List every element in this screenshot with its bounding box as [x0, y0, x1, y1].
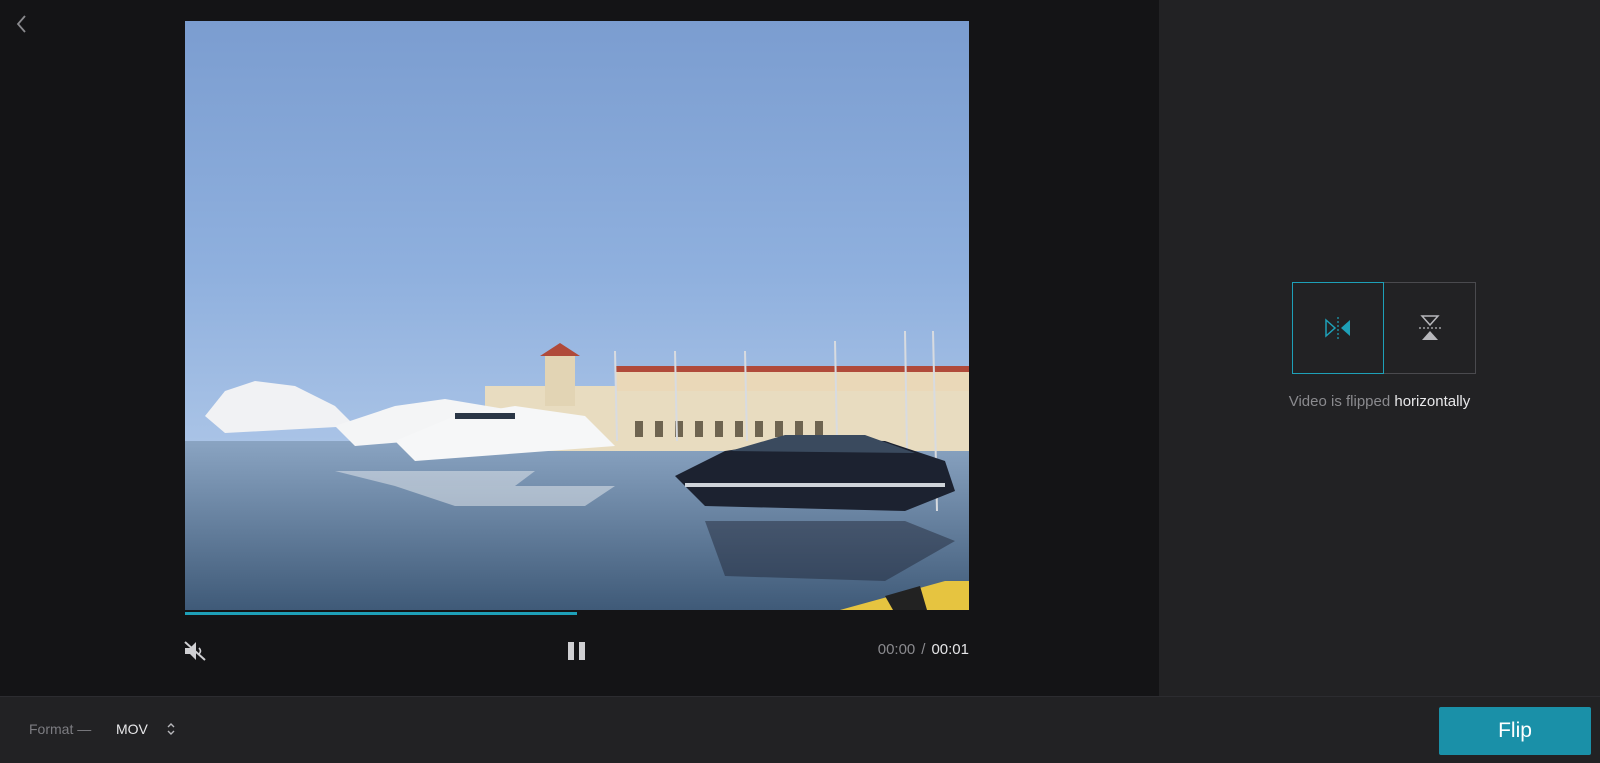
bottom-bar: Format — MOV Flip [0, 696, 1600, 763]
format-label: Format — [29, 721, 92, 737]
flip-horizontal-button[interactable] [1292, 282, 1384, 374]
sort-arrows-icon [167, 723, 175, 735]
time-separator: / [921, 641, 926, 658]
progress-fill [185, 612, 577, 615]
pause-icon[interactable] [565, 639, 589, 663]
flip-direction-group [1292, 282, 1476, 374]
format-select[interactable]: MOV [116, 717, 176, 741]
format-value: MOV [116, 721, 148, 737]
video-preview [185, 21, 969, 610]
flip-status: Video is flipped horizontally [1159, 393, 1600, 410]
progress-bar[interactable] [185, 612, 969, 615]
video-frame-image [185, 21, 969, 610]
app: 00:00/00:01 Video is flipped horizontall… [0, 0, 1600, 763]
time-display: 00:00 / 00:01 [878, 641, 969, 658]
flip-horizontal-icon [1325, 317, 1350, 339]
editor-area: 00:00 / 00:01 [0, 0, 1159, 696]
flip-status-value: horizontally [1394, 393, 1471, 410]
current-time: 00:00 [877, 641, 916, 658]
flip-options-panel: Video is flipped horizontally [1159, 0, 1600, 696]
mute-icon[interactable] [182, 639, 208, 663]
back-arrow-icon[interactable] [10, 12, 34, 36]
flip-vertical-button[interactable] [1384, 282, 1476, 374]
flip-vertical-icon [1418, 315, 1441, 340]
flip-button[interactable]: Flip [1439, 707, 1591, 755]
duration: 00:01 [931, 641, 969, 658]
flip-status-prefix: Video is flipped [1288, 393, 1391, 410]
